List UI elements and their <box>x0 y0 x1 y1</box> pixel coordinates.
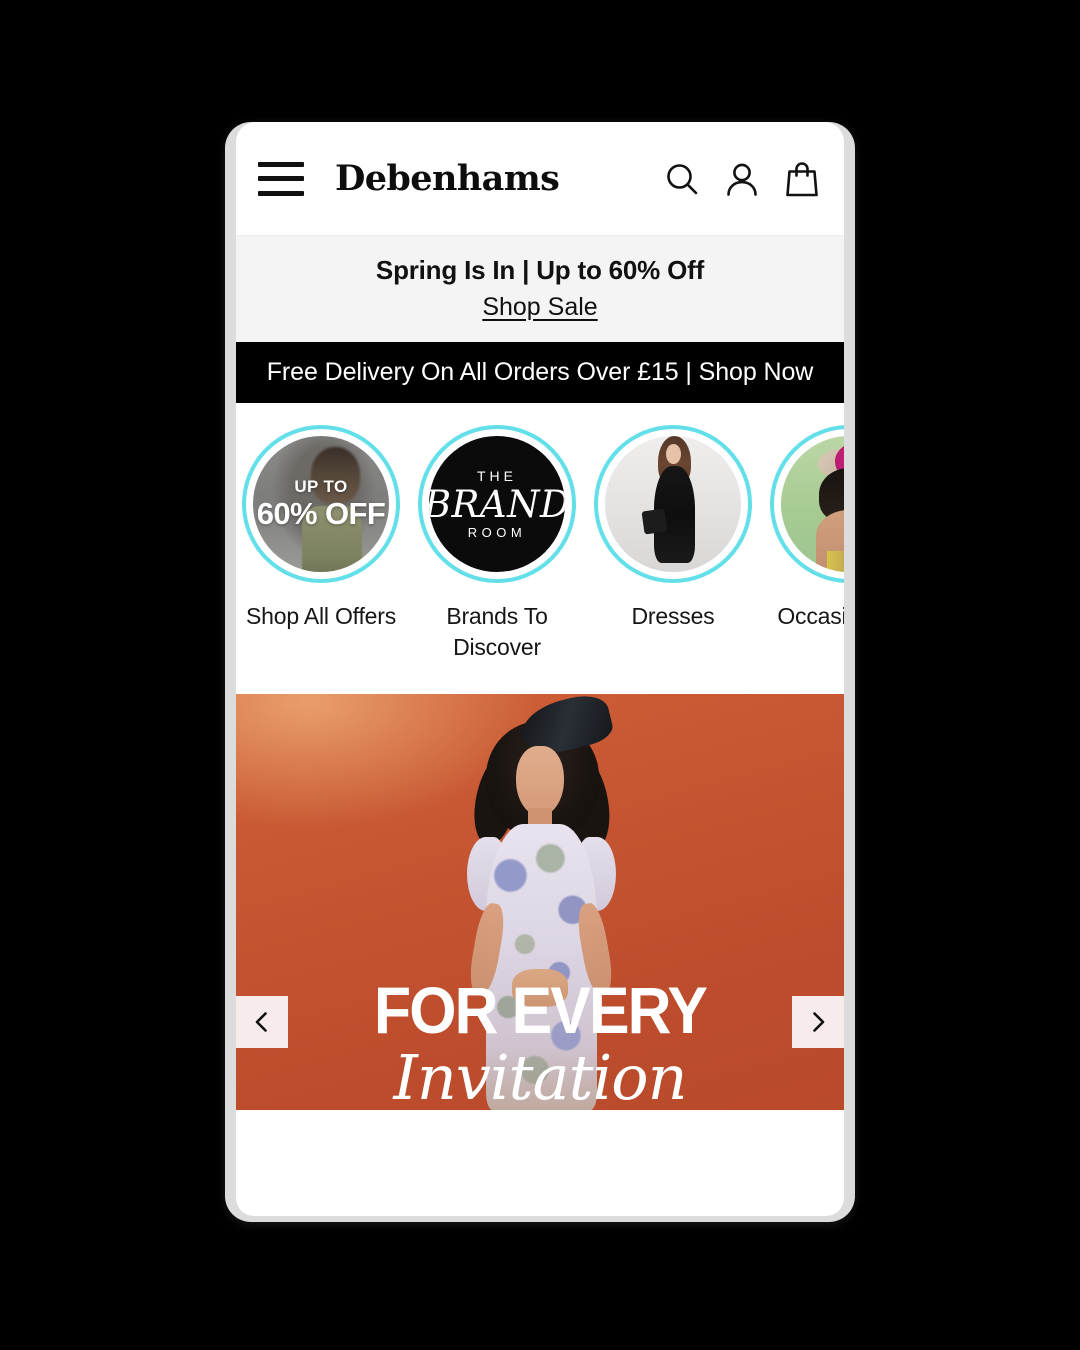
hamburger-bar <box>258 161 304 167</box>
hamburger-bar <box>258 190 304 196</box>
category-ring <box>594 424 752 583</box>
category-thumbnail-offers: UP TO 60% OFF <box>253 435 389 572</box>
hero-carousel[interactable]: FOR EVERY Invitation <box>236 694 844 1111</box>
carousel-prev-button[interactable] <box>236 996 288 1049</box>
clutch-bag-shape <box>641 508 668 536</box>
category-label: Brands To Discover <box>446 602 548 661</box>
hamburger-bar <box>258 176 304 181</box>
carousel-next-button[interactable] <box>792 996 844 1049</box>
category-ring: THE BRAND ROOM <box>418 424 576 583</box>
account-icon[interactable] <box>722 159 762 199</box>
offer-overlay: UP TO 60% OFF <box>256 477 386 532</box>
category-label: Occasionwear <box>777 602 844 629</box>
site-header: Debenhams <box>236 122 844 236</box>
hero-floral-dress <box>485 824 597 1111</box>
offer-overlay-big: 60% OFF <box>256 496 386 532</box>
hero-model-illustration <box>422 694 658 1111</box>
phone-screen: Debenhams Spring Is In | Up to 60% Off S… <box>236 122 844 1216</box>
brand-room-logo-line3: ROOM <box>467 524 527 540</box>
promo-sale-title: Spring Is In | Up to 60% Off <box>375 255 705 285</box>
brand-room-logo-line2: BRAND <box>429 482 565 526</box>
bag-icon[interactable] <box>782 159 822 199</box>
offer-overlay-small: UP TO <box>294 477 348 497</box>
header-icon-group <box>662 159 822 199</box>
category-item-brands-to-discover[interactable]: THE BRAND ROOM Brands To Discover <box>418 424 576 664</box>
promo-banner-delivery[interactable]: Free Delivery On All Orders Over £15 | S… <box>236 341 844 403</box>
brand-room-logo-line1: THE <box>477 467 517 484</box>
hamburger-menu-icon[interactable] <box>258 161 304 196</box>
chevron-right-icon <box>805 1009 831 1035</box>
category-thumbnail-occasionwear <box>781 435 844 572</box>
phone-device-frame: Debenhams Spring Is In | Up to 60% Off S… <box>225 122 855 1222</box>
shop-sale-link[interactable]: Shop Sale <box>482 293 597 322</box>
promo-banner-sale: Spring Is In | Up to 60% Off Shop Sale <box>236 236 844 342</box>
category-thumbnail-dresses <box>605 435 741 572</box>
category-label: Dresses <box>631 602 715 629</box>
screenshot-canvas: Debenhams Spring Is In | Up to 60% Off S… <box>0 0 1080 1350</box>
category-thumbnail-brand-room: THE BRAND ROOM <box>429 435 565 572</box>
hero-face <box>516 745 564 817</box>
dress-trim-shape <box>827 551 844 572</box>
category-label: Shop All Offers <box>246 602 396 629</box>
hero-hands <box>511 969 569 1007</box>
category-ring <box>770 424 844 583</box>
category-rail[interactable]: UP TO 60% OFF Shop All Offers THE BRAND … <box>236 402 844 695</box>
search-icon[interactable] <box>662 159 702 199</box>
category-item-occasionwear[interactable]: Occasionwear <box>770 424 844 664</box>
category-ring: UP TO 60% OFF <box>242 424 400 583</box>
category-item-shop-all-offers[interactable]: UP TO 60% OFF Shop All Offers <box>242 424 400 664</box>
category-item-dresses[interactable]: Dresses <box>594 424 752 664</box>
chevron-left-icon <box>249 1009 275 1035</box>
brand-logo[interactable]: Debenhams <box>335 158 560 199</box>
